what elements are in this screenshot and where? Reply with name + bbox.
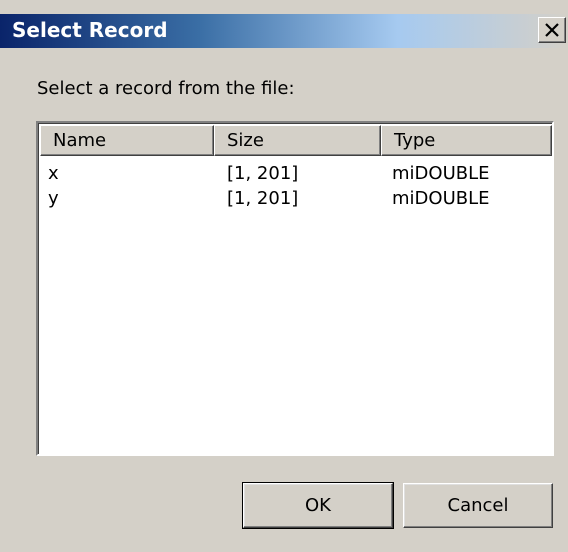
record-size: [1, 201] [227,188,299,209]
close-button[interactable] [538,17,566,43]
prompt-label: Select a record from the file: [37,78,295,99]
ok-button[interactable]: OK [242,482,394,529]
select-record-dialog: Select Record Select a record from the f… [0,0,568,552]
record-list[interactable]: Name Size Type x [1, 201] miDOUBLE y [1,… [36,121,554,456]
column-header-size[interactable]: Size [214,125,381,156]
list-rows: x [1, 201] miDOUBLE y [1, 201] miDOUBLE [40,161,552,211]
record-size: [1, 201] [227,163,299,184]
record-name: x [48,163,59,184]
column-header-type[interactable]: Type [381,125,552,156]
window-title: Select Record [12,18,168,42]
record-type: miDOUBLE [392,188,490,209]
title-bar[interactable]: Select Record [0,14,568,48]
column-header-name[interactable]: Name [40,125,214,156]
list-header: Name Size Type [40,125,552,156]
record-name: y [48,188,59,209]
cancel-button[interactable]: Cancel [403,483,553,528]
list-item[interactable]: x [1, 201] miDOUBLE [40,161,552,186]
record-type: miDOUBLE [392,163,490,184]
list-item[interactable]: y [1, 201] miDOUBLE [40,186,552,211]
